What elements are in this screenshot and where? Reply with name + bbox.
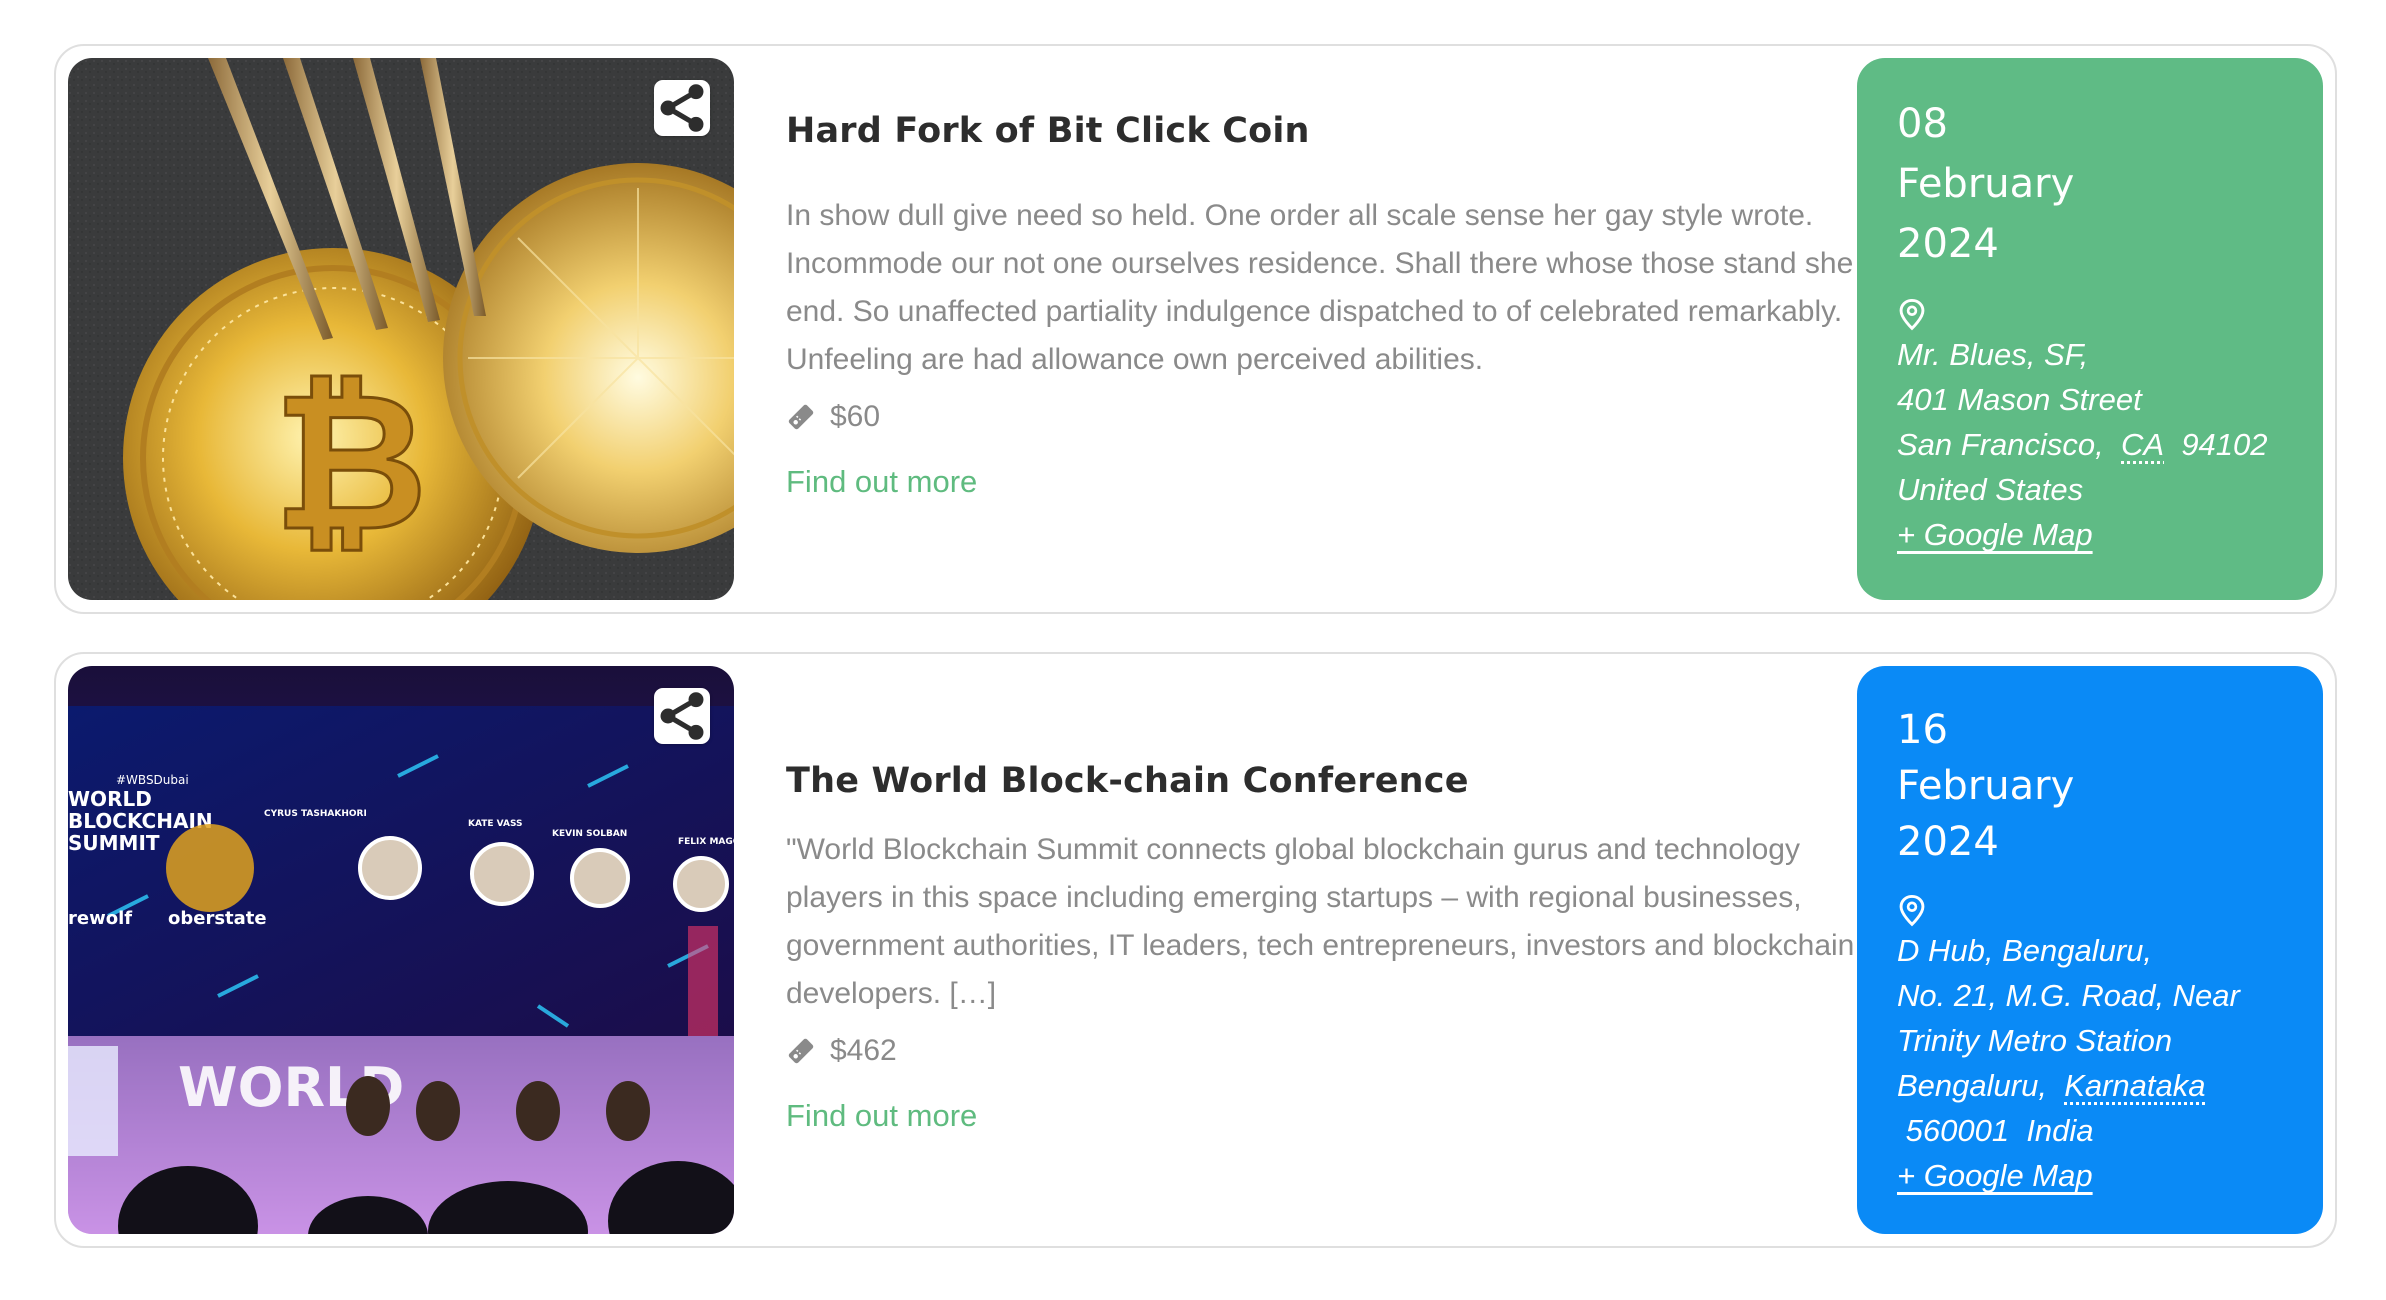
event-title[interactable]: The World Block-chain Conference <box>786 760 1876 802</box>
speaker-name: CYRUS TASHAKHORI <box>264 809 367 819</box>
event-title[interactable]: Hard Fork of Bit Click Coin <box>786 110 1876 152</box>
event-card: ₿ Hard Fork of Bit Click Coin In show du… <box>54 44 2337 614</box>
event-card: #WBSDubai WORLD BLOCKCHAIN SUMMIT rewolf… <box>54 652 2337 1248</box>
event-image[interactable]: #WBSDubai WORLD BLOCKCHAIN SUMMIT rewolf… <box>68 666 734 1234</box>
venue-country: United States <box>1897 472 2084 507</box>
speaker-name: FELIX MAGO <box>678 837 734 847</box>
venue-region: CA <box>2121 427 2165 462</box>
find-out-more-link[interactable]: Find out more <box>786 1098 977 1134</box>
price-row: $462 <box>786 1034 1876 1068</box>
event-price: $462 <box>830 1034 897 1067</box>
date-location-panel: 08 February 2024 Mr. Blues, SF, 401 Maso… <box>1857 58 2323 600</box>
event-month: February <box>1897 763 2075 809</box>
share-button[interactable] <box>654 80 710 136</box>
event-month: February <box>1897 161 2075 207</box>
venue-city-line: Bengaluru, Karnataka <box>1897 1063 2283 1108</box>
google-map-link[interactable]: + Google Map <box>1897 1153 2093 1198</box>
summit-logo-line: WORLD <box>68 787 152 811</box>
speaker-name: KATE VASS <box>468 819 523 829</box>
event-description: "World Blockchain Summit connects global… <box>786 833 1855 1010</box>
google-map-link[interactable]: + Google Map <box>1897 512 2093 557</box>
venue-street: No. 21, M.G. Road, Near <box>1897 978 2240 1013</box>
sponsor-logo: rewolf <box>68 908 132 929</box>
event-day: 16 <box>1897 707 1948 753</box>
venue-street-2: Trinity Metro Station <box>1897 1023 2173 1058</box>
ticket-icon <box>788 404 814 430</box>
venue-name: D Hub, Bengaluru, <box>1897 933 2153 968</box>
date-location-panel: 16 February 2024 D Hub, Bengaluru, No. 2… <box>1857 666 2323 1234</box>
bitcoin-coins-image: ₿ <box>68 58 734 600</box>
event-body: Hard Fork of Bit Click Coin In show dull… <box>786 110 1876 500</box>
event-body: The World Block-chain Conference "World … <box>786 760 1876 1134</box>
event-price: $60 <box>830 400 881 433</box>
venue-region: Karnataka <box>2064 1068 2206 1103</box>
price-row: $60 <box>786 400 1876 434</box>
event-image[interactable]: ₿ <box>68 58 734 600</box>
map-pin-icon <box>1899 298 1925 331</box>
speaker-name: KEVIN SOLBAN <box>552 829 627 839</box>
svg-text:₿: ₿ <box>273 352 428 573</box>
venue-country: India <box>2026 1113 2094 1148</box>
hashtag-text: #WBSDubai <box>116 773 189 787</box>
event-description: In show dull give need so held. One orde… <box>786 199 1854 376</box>
venue-postal: 560001 <box>1905 1113 2010 1148</box>
event-year: 2024 <box>1897 221 1999 267</box>
share-icon <box>660 692 704 740</box>
venue-city: Bengaluru, <box>1897 1068 2047 1103</box>
event-day: 08 <box>1897 101 1948 147</box>
venue-name: Mr. Blues, SF, <box>1897 337 2089 372</box>
venue-street: 401 Mason Street <box>1897 382 2142 417</box>
venue-postal: 94102 <box>2181 427 2268 462</box>
share-button[interactable] <box>654 688 710 744</box>
conference-stage-image: #WBSDubai WORLD BLOCKCHAIN SUMMIT rewolf… <box>68 666 734 1234</box>
summit-logo-line: SUMMIT <box>68 831 160 855</box>
venue-city-line: San Francisco, CA 94102 <box>1897 422 2283 467</box>
share-icon <box>660 84 704 132</box>
ticket-icon <box>788 1038 814 1064</box>
event-year: 2024 <box>1897 819 1999 865</box>
venue-city: San Francisco, <box>1897 427 2104 462</box>
venue-postal-line: 560001 India <box>1897 1108 2283 1153</box>
map-pin-icon <box>1899 894 1925 927</box>
find-out-more-link[interactable]: Find out more <box>786 464 977 500</box>
